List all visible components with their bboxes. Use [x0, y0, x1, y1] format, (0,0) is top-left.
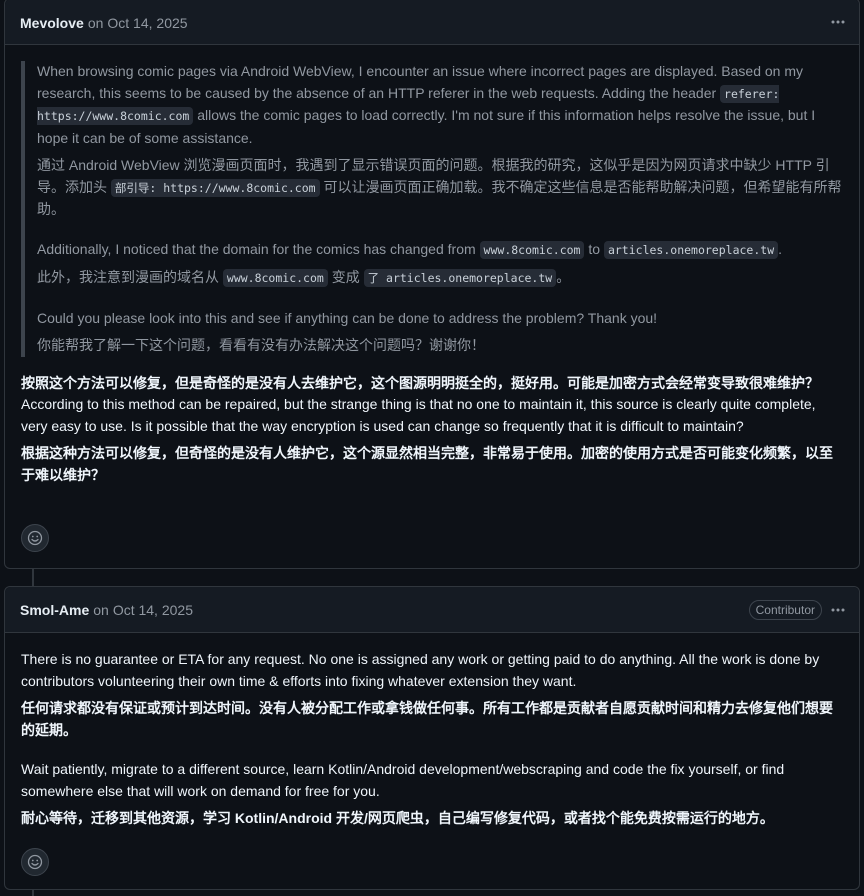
- reply-text: 按照这个方法可以修复，但是奇怪的是没有人去维护它，这个图源明明挺全的，挺好用。可…: [21, 373, 843, 487]
- comment-author-link[interactable]: Mevolove: [20, 15, 84, 31]
- quote-paragraph: 此外，我注意到漫画的域名从 www.8comic.com 变成 了 articl…: [37, 269, 571, 287]
- quote-paragraph: 你能帮我了解一下这个问题，看看有没有办法解决这个问题吗？谢谢你！: [37, 337, 485, 353]
- quote-paragraph: Could you please look into this and see …: [37, 309, 658, 326]
- comment-timestamp-link[interactable]: Oct 14, 2025: [107, 15, 187, 31]
- comment-options-button[interactable]: [827, 599, 849, 621]
- comment-mevolove: Mevolove on Oct 14, 2025 When browsing co…: [4, 0, 860, 569]
- comment-paragraph: Wait patiently, migrate to a different s…: [21, 761, 785, 799]
- kebab-horizontal-icon: [831, 20, 845, 23]
- comment-smol-ame: Smol-Ame on Oct 14, 2025 Contributor Ther…: [4, 586, 860, 890]
- inline-code: 了 articles.onemoreplace.tw: [363, 269, 557, 287]
- quote-paragraph: 通过 Android WebView 浏览漫画页面时，我遇到了显示错误页面的问题…: [37, 157, 842, 217]
- comment-header: Smol-Ame on Oct 14, 2025 Contributor: [5, 587, 859, 633]
- add-reaction-button[interactable]: [21, 848, 49, 876]
- contributor-badge: Contributor: [748, 599, 822, 620]
- reply-paragraph: 按照这个方法可以修复，但是奇怪的是没有人去维护它，这个图源明明挺全的，挺好用。可…: [21, 374, 819, 391]
- quote-paragraph: When browsing comic pages via Android We…: [37, 63, 816, 146]
- comment-meta: on Oct 14, 2025: [93, 602, 193, 618]
- quote-paragraph: Additionally, I noticed that the domain …: [37, 240, 783, 259]
- reply-paragraph: 根据这种方法可以修复，但奇怪的是没有人维护它，这个源显然相当完整，非常易于使用。…: [21, 445, 833, 483]
- smiley-icon: [27, 854, 43, 870]
- date-prefix: on: [87, 14, 104, 31]
- reply-paragraph: According to this method can be repaired…: [21, 396, 816, 434]
- inline-code: www.8comic.com: [479, 240, 585, 259]
- date-prefix: on: [93, 601, 109, 618]
- comment-timestamp-link[interactable]: Oct 14, 2025: [113, 602, 193, 618]
- inline-code: www.8comic.com: [222, 269, 328, 287]
- comment-body: There is no guarantee or ETA for any req…: [5, 633, 859, 830]
- comment-header: Mevolove on Oct 14, 2025: [5, 0, 859, 45]
- quoted-issue: When browsing comic pages via Android We…: [21, 61, 843, 357]
- comment-author-link[interactable]: Smol-Ame: [20, 602, 89, 618]
- comment-paragraph: There is no guarantee or ETA for any req…: [21, 651, 820, 689]
- inline-code: 部引导: https://www.8comic.com: [110, 178, 320, 197]
- kebab-horizontal-icon: [831, 608, 845, 611]
- inline-code: articles.onemoreplace.tw: [603, 240, 779, 259]
- smiley-icon: [27, 530, 43, 546]
- comment-meta: on Oct 14, 2025: [88, 15, 188, 31]
- comment-paragraph: 耐心等待，迁移到其他资源，学习 Kotlin/Android 开发/网页爬虫，自…: [21, 810, 774, 826]
- comment-paragraph: 任何请求都没有保证或预计到达时间。没有人被分配工作或拿钱做任何事。所有工作都是贡…: [21, 700, 833, 738]
- comment-body: When browsing comic pages via Android We…: [5, 45, 859, 486]
- comment-options-button[interactable]: [827, 11, 849, 33]
- add-reaction-button[interactable]: [21, 524, 49, 552]
